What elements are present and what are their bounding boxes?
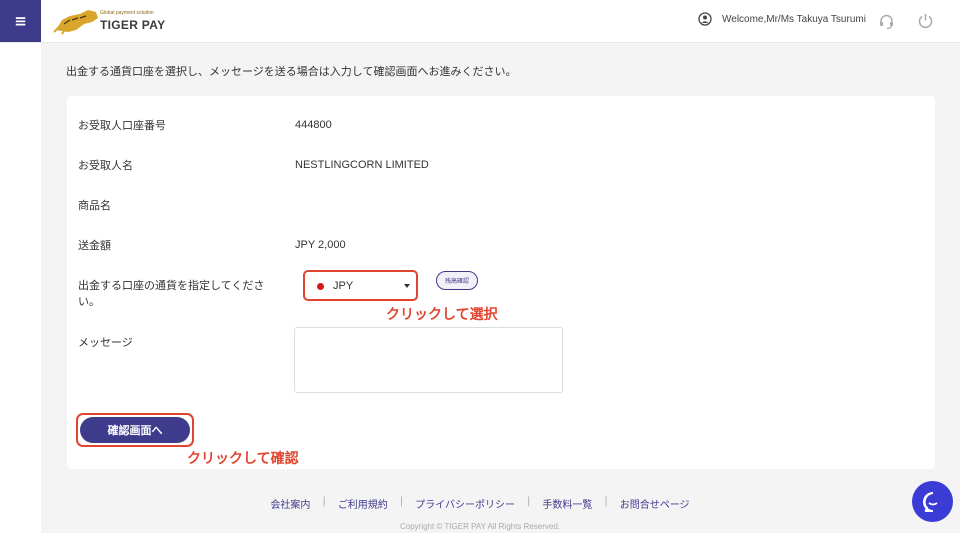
welcome-text: Welcome,Mr/Ms Takuya Tsurumi [722, 13, 866, 25]
headset-icon[interactable] [878, 13, 895, 30]
menu-button[interactable]: ≡ [0, 0, 41, 42]
recipient-value: NESTLINGCORN LIMITED [295, 159, 429, 171]
amount-label: 送金額 [78, 239, 111, 252]
confirm-hint-annotation: クリックして確認 [187, 451, 299, 467]
message-label: メッセージ [78, 336, 133, 349]
select-hint-annotation: クリックして選択 [386, 307, 498, 323]
footer-link-company[interactable]: 会社案内 [258, 496, 322, 511]
confirm-button[interactable]: 確認画面へ [80, 417, 190, 443]
copyright-text: Copyright © TIGER PAY All Rights Reserve… [399, 522, 561, 531]
recipient-label: お受取人名 [78, 159, 133, 172]
account-number-label: お受取人口座番号 [78, 119, 166, 132]
message-textarea[interactable] [294, 327, 563, 393]
instruction-text: 出金する通貨口座を選択し、メッセージを送る場合は入力して確認画面へお進みください… [66, 65, 517, 78]
logo-tagline: Global payment solution [100, 10, 154, 16]
chat-button[interactable] [912, 481, 953, 522]
footer-link-privacy[interactable]: プライバシーポリシー [403, 496, 527, 511]
footer-link-fees[interactable]: 手数料一覧 [530, 496, 604, 511]
currency-label-line2: い。 [78, 295, 100, 308]
top-bar: ≡ Global payment solution TIGER PAY Welc… [0, 0, 960, 43]
product-label: 商品名 [78, 199, 111, 212]
amount-value: JPY 2,000 [295, 239, 346, 251]
currency-select[interactable]: JPY [303, 270, 418, 301]
user-icon [698, 12, 712, 26]
welcome-area: Welcome,Mr/Ms Takuya Tsurumi [698, 12, 866, 26]
chat-bubble-icon [922, 491, 938, 512]
japan-flag-icon [317, 283, 324, 290]
power-icon[interactable] [917, 12, 934, 29]
footer-link-terms[interactable]: ご利用規約 [326, 496, 400, 511]
currency-label: 出金する口座の通貨を指定してくださ い。 [78, 278, 264, 310]
logo-text: TIGER PAY [100, 18, 166, 32]
currency-selected-value: JPY [333, 280, 354, 292]
footer-link-contact[interactable]: お問合せページ [608, 496, 702, 511]
balance-check-button[interactable]: 残高確認 [436, 271, 478, 290]
footer-links: 会社案内 | ご利用規約 | プライバシーポリシー | 手数料一覧 | お問合せ… [0, 496, 960, 511]
currency-label-line1: 出金する口座の通貨を指定してくださ [78, 279, 265, 292]
account-number-value: 444800 [295, 119, 332, 131]
caret-down-icon [404, 284, 410, 288]
hamburger-icon: ≡ [14, 12, 27, 30]
